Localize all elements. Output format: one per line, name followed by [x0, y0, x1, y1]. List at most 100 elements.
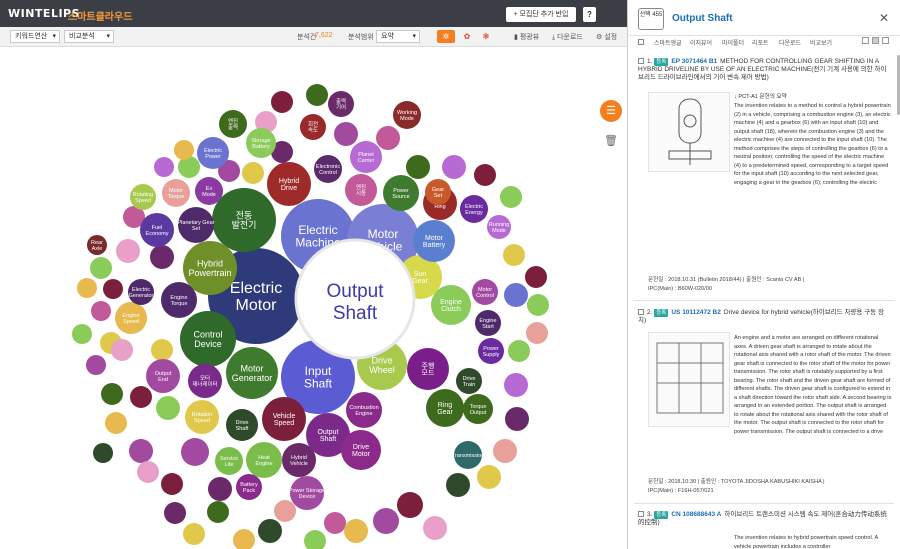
- topic-bubble[interactable]: RotationSpeed: [185, 400, 219, 434]
- topic-bubble-minor[interactable]: [500, 186, 522, 208]
- topic-bubble-minor[interactable]: [423, 516, 447, 540]
- topic-bubble[interactable]: DriveMotor: [341, 430, 381, 470]
- topic-bubble-minor[interactable]: [442, 155, 466, 179]
- topic-bubble-minor[interactable]: [406, 155, 430, 179]
- topic-bubble[interactable]: HybridDrive: [267, 162, 311, 206]
- tab-download[interactable]: 다운로드: [779, 38, 801, 47]
- topic-bubble[interactable]: Planetary GearSet: [178, 207, 215, 243]
- topic-bubble[interactable]: 전동발전기: [212, 188, 276, 252]
- topic-bubble-minor[interactable]: [86, 355, 106, 375]
- tab-easy-viewer[interactable]: 이지뷰어: [690, 38, 712, 47]
- topic-bubble-minor[interactable]: [156, 396, 180, 420]
- topic-bubble-minor[interactable]: [164, 502, 186, 524]
- result-checkbox[interactable]: [638, 58, 644, 65]
- topic-bubble[interactable]: WorkingMode: [393, 101, 421, 129]
- topic-bubble-minor[interactable]: [174, 140, 194, 160]
- topic-bubble[interactable]: 엔진시동: [345, 174, 377, 206]
- topic-bubble[interactable]: HeatEngine: [246, 442, 282, 478]
- detail-view-icon[interactable]: [882, 37, 889, 44]
- topic-bubble-minor[interactable]: [504, 283, 528, 307]
- topic-bubble[interactable]: ElectricEnergy: [460, 195, 488, 223]
- result-item-3-header[interactable]: 3. 등록 CN 108688643 A 하이브리드 트랜스미션 시스템 속도 제어…: [638, 511, 888, 527]
- menu-fab-button[interactable]: ☰: [600, 100, 622, 122]
- center-bubble[interactable]: Output Shaft: [294, 238, 416, 360]
- topic-bubble-minor[interactable]: [474, 164, 496, 186]
- topic-bubble[interactable]: HybridVehicle: [282, 443, 316, 477]
- topic-bubble-minor[interactable]: [271, 91, 293, 113]
- topic-bubble[interactable]: StorageBattery: [246, 128, 276, 158]
- topic-bubble-minor[interactable]: [373, 508, 399, 534]
- result-checkbox[interactable]: [638, 309, 644, 316]
- topic-bubble[interactable]: MotorGenerator: [226, 347, 278, 399]
- topic-bubble[interactable]: MotorBattery: [413, 220, 455, 262]
- grid-view-icon[interactable]: [872, 37, 879, 44]
- topic-bubble[interactable]: RunningMode: [487, 215, 511, 239]
- topic-bubble-minor[interactable]: [306, 84, 328, 106]
- topic-bubble-minor[interactable]: [150, 245, 174, 269]
- topic-bubble-minor[interactable]: [258, 519, 282, 543]
- result-item-2-header[interactable]: 2. 등록 US 10112472 B2 Drive device for hybr…: [638, 309, 888, 325]
- topic-bubble[interactable]: PowerSupply: [478, 338, 504, 364]
- equal-view-button[interactable]: ▮ 평광뷰: [514, 32, 539, 42]
- topic-bubble[interactable]: EvMode: [195, 177, 223, 205]
- topic-bubble[interactable]: VehicleSpeed: [262, 397, 306, 441]
- patent-number[interactable]: US 10112472 B2: [671, 309, 721, 316]
- topic-bubble[interactable]: MotorTorque: [162, 179, 190, 207]
- topic-bubble-minor[interactable]: [207, 501, 229, 523]
- patent-number[interactable]: EP 3071464 B1: [671, 58, 717, 65]
- topic-bubble-minor[interactable]: [503, 244, 525, 266]
- topic-bubble-minor[interactable]: [72, 324, 92, 344]
- topic-bubble-minor[interactable]: [525, 266, 547, 288]
- keyword-operation-select[interactable]: 키워드연산 ▾: [10, 30, 60, 43]
- topic-bubble-minor[interactable]: [304, 530, 326, 549]
- topic-bubble-minor[interactable]: [183, 523, 205, 545]
- trash-icon[interactable]: 🗑: [603, 133, 619, 149]
- topic-bubble-minor[interactable]: [161, 473, 183, 495]
- topic-bubble-minor[interactable]: [334, 122, 358, 146]
- topic-bubble[interactable]: RotatingSpeed: [130, 184, 156, 210]
- topic-bubble-minor[interactable]: [105, 412, 127, 434]
- topic-bubble-minor[interactable]: [526, 322, 548, 344]
- topic-bubble[interactable]: RearAxle: [87, 235, 107, 255]
- topic-bubble-minor[interactable]: [130, 386, 152, 408]
- topic-bubble[interactable]: ElectronicControl: [314, 155, 342, 183]
- topic-bubble[interactable]: ElectricGenerator: [128, 279, 154, 305]
- topic-bubble[interactable]: PowerSource: [383, 175, 419, 211]
- result-item-1-header[interactable]: 1. 등록 EP 3071464 B1 METHOD FOR CONTROLLING…: [638, 58, 888, 82]
- tab-report[interactable]: 리포트: [752, 38, 769, 47]
- topic-bubble-minor[interactable]: [129, 439, 153, 463]
- topic-bubble[interactable]: EngineClutch: [431, 285, 471, 325]
- topic-bubble-minor[interactable]: [397, 492, 423, 518]
- topic-bubble-minor[interactable]: [274, 500, 296, 522]
- topic-bubble-minor[interactable]: [493, 439, 517, 463]
- topic-bubble[interactable]: ServiceLife: [215, 447, 243, 475]
- topic-bubble[interactable]: EngineStart: [475, 310, 501, 336]
- topic-bubble-minor[interactable]: [446, 473, 470, 497]
- tab-my-folder[interactable]: 마이폴더: [722, 38, 744, 47]
- topic-bubble[interactable]: RingGear: [426, 389, 464, 427]
- topic-bubble-minor[interactable]: [101, 383, 123, 405]
- topic-bubble[interactable]: 모터제너레이터: [188, 364, 222, 398]
- topic-bubble[interactable]: DriveTrain: [456, 368, 482, 394]
- topic-bubble[interactable]: BatteryPack: [236, 474, 262, 500]
- topic-bubble[interactable]: CombustionEngine: [346, 392, 382, 428]
- topic-bubble-minor[interactable]: [344, 519, 368, 543]
- topic-bubble-minor[interactable]: [208, 477, 232, 501]
- topic-bubble-minor[interactable]: [137, 461, 159, 483]
- topic-bubble-minor[interactable]: [93, 443, 113, 463]
- topic-bubble[interactable]: TorqueOutput: [463, 394, 493, 424]
- help-button[interactable]: ?: [583, 7, 596, 22]
- topic-bubble[interactable]: OutputEnd: [146, 359, 180, 393]
- topic-bubble-minor[interactable]: [91, 301, 111, 321]
- topic-bubble-minor[interactable]: [504, 373, 528, 397]
- topic-bubble[interactable]: GearSet: [425, 179, 451, 205]
- close-icon[interactable]: ✕: [879, 11, 889, 25]
- list-view-icon[interactable]: [862, 37, 869, 44]
- download-button[interactable]: ⤓ 다운로드: [552, 32, 583, 42]
- topic-bubble-minor[interactable]: [77, 278, 97, 298]
- topic-bubble[interactable]: 주행모드: [407, 348, 449, 390]
- topic-bubble[interactable]: Power StorageDevice: [289, 476, 325, 510]
- topic-bubble[interactable]: 엔진출력: [219, 110, 247, 138]
- topic-bubble[interactable]: 회전속도: [300, 114, 326, 140]
- topic-bubble-minor[interactable]: [90, 257, 112, 279]
